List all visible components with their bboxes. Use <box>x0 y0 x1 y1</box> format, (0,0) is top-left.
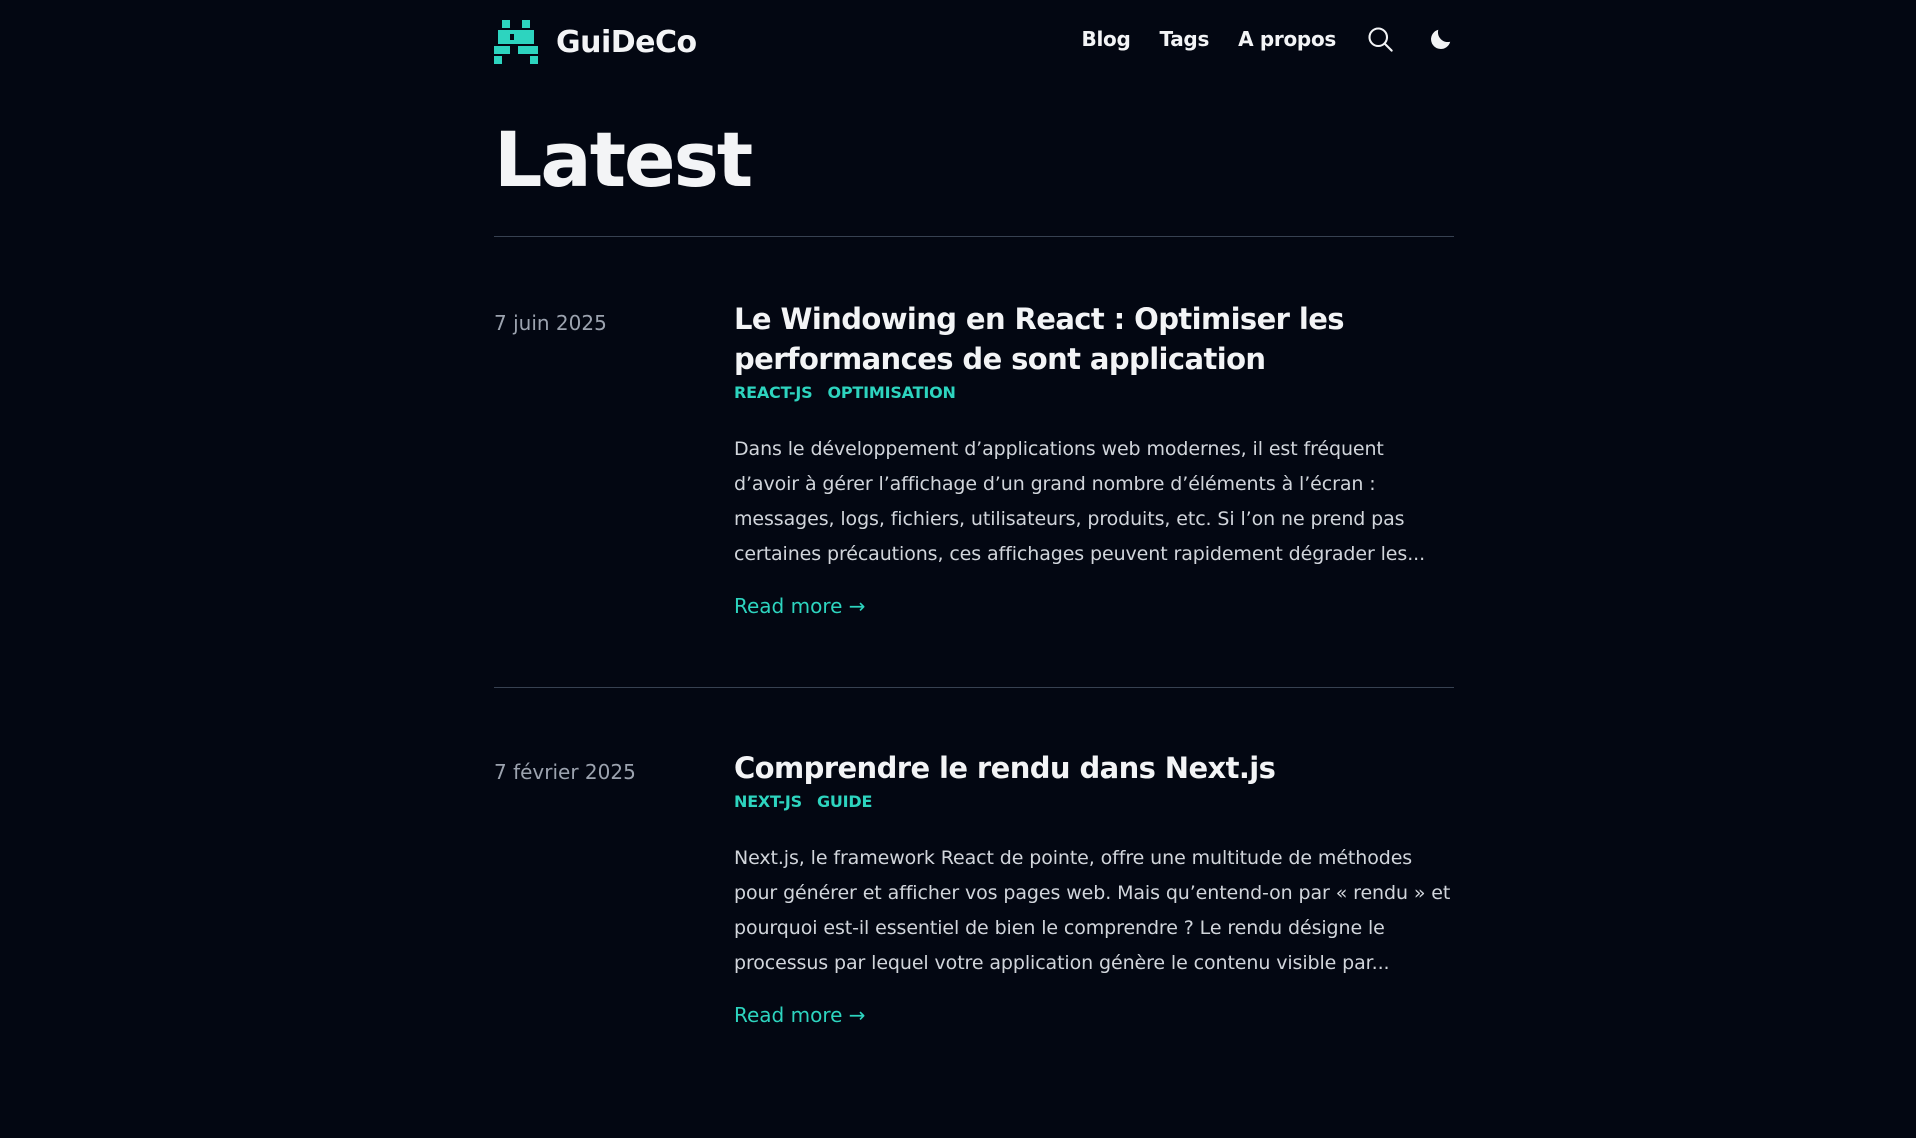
tag-link[interactable]: react-js <box>734 383 813 402</box>
tag-link[interactable]: optimisation <box>827 383 955 402</box>
page-container: GuiDeCo Blog Tags A propos Latest 7 juin… <box>494 0 1454 1138</box>
post-tags: react-js optimisation <box>734 383 1454 402</box>
moon-icon <box>1431 29 1451 49</box>
post-body: Le Windowing en React : Optimiser les pe… <box>734 299 1454 687</box>
theme-toggle-button[interactable] <box>1428 26 1454 52</box>
post-excerpt: Dans le développement d’applications web… <box>734 438 1426 565</box>
pixel-logo-icon <box>494 20 538 64</box>
post-item: 7 février 2025 Comprendre le rendu dans … <box>494 688 1454 1138</box>
post-title[interactable]: Comprendre le rendu dans Next.js <box>734 748 1454 788</box>
site-header: GuiDeCo Blog Tags A propos <box>494 0 1454 82</box>
read-more-link[interactable]: Read more → <box>734 594 866 618</box>
site-title: GuiDeCo <box>556 24 697 60</box>
nav-item-about[interactable]: A propos <box>1238 27 1336 51</box>
post-date: 7 février 2025 <box>494 760 636 784</box>
post-tags: next-js guide <box>734 792 1454 811</box>
post-date: 7 juin 2025 <box>494 311 607 335</box>
tag-link[interactable]: next-js <box>734 792 802 811</box>
post-title[interactable]: Le Windowing en React : Optimiser les pe… <box>734 299 1454 379</box>
home-link[interactable]: GuiDeCo <box>494 20 697 64</box>
post-body: Comprendre le rendu dans Next.js next-js… <box>734 748 1454 1138</box>
tag-link[interactable]: guide <box>817 792 872 811</box>
post-excerpt: Next.js, le framework React de pointe, o… <box>734 847 1451 974</box>
nav-item-tags[interactable]: Tags <box>1159 27 1209 51</box>
post-item: 7 juin 2025 Le Windowing en React : Opti… <box>494 237 1454 687</box>
search-button[interactable] <box>1366 25 1394 53</box>
read-more-link[interactable]: Read more → <box>734 1003 866 1027</box>
main-nav: Blog Tags A propos <box>1082 25 1455 53</box>
search-icon <box>1368 27 1393 52</box>
nav-item-blog[interactable]: Blog <box>1082 27 1131 51</box>
